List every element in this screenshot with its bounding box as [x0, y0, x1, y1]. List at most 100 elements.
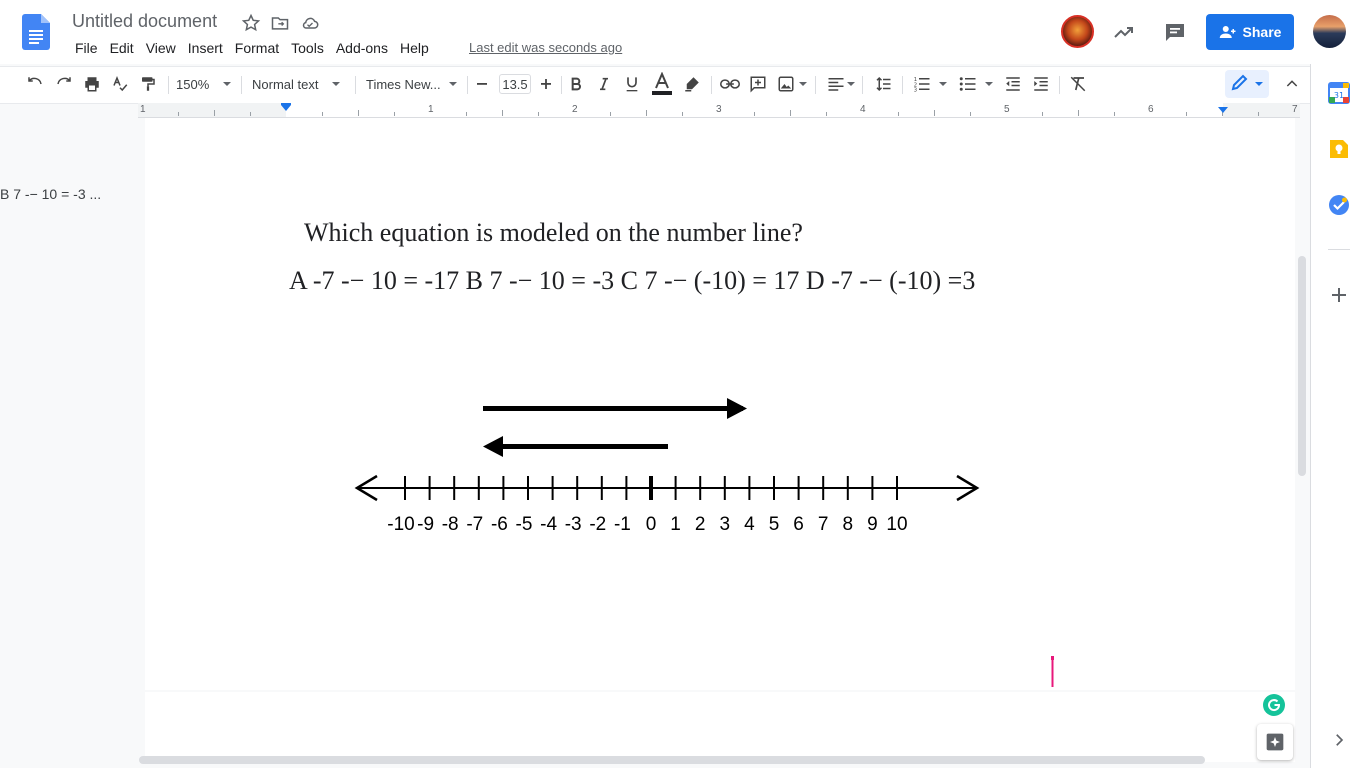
- font-value: Times New...: [366, 76, 441, 92]
- collaborator-cursor: [1051, 656, 1054, 687]
- menu-format[interactable]: Format: [230, 38, 284, 58]
- toolbar-divider: [355, 76, 356, 94]
- side-panel-divider: [1328, 249, 1350, 250]
- number-line-label: 10: [886, 514, 907, 535]
- toolbar-divider: [467, 76, 468, 94]
- document-page-next[interactable]: [145, 692, 1295, 762]
- bold-icon[interactable]: [566, 74, 586, 94]
- highlight-icon[interactable]: [682, 74, 702, 94]
- bulleted-list-button[interactable]: [957, 74, 995, 94]
- paint-format-icon[interactable]: [138, 74, 158, 94]
- align-left-icon: [828, 78, 844, 91]
- underline-icon[interactable]: [622, 74, 642, 94]
- menu-bar: File Edit View Insert Format Tools Add-o…: [70, 38, 436, 58]
- menu-view[interactable]: View: [141, 38, 181, 58]
- side-panel: [1310, 64, 1366, 768]
- menu-edit[interactable]: Edit: [105, 38, 139, 58]
- collapse-icon[interactable]: [1282, 74, 1302, 94]
- decrease-font-size-icon[interactable]: [474, 74, 490, 94]
- editing-mode-button[interactable]: [1225, 70, 1269, 98]
- chevron-down-icon: [985, 82, 993, 86]
- tasks-icon[interactable]: [1328, 194, 1350, 216]
- star-icon[interactable]: [241, 13, 261, 33]
- chevron-down-icon: [847, 82, 855, 86]
- keep-icon[interactable]: [1328, 138, 1350, 160]
- font-family-select[interactable]: Times New...: [366, 74, 462, 94]
- move-folder-icon[interactable]: [270, 13, 290, 33]
- menu-insert[interactable]: Insert: [183, 38, 228, 58]
- chevron-down-icon: [939, 82, 947, 86]
- explore-button[interactable]: [1257, 724, 1293, 760]
- link-icon[interactable]: [720, 74, 740, 94]
- calendar-icon[interactable]: 31: [1328, 82, 1350, 104]
- toolbar-divider: [1059, 76, 1060, 94]
- chevron-down-icon: [332, 82, 341, 86]
- number-line-labels: -10 -9 -8 -7 -6 -5 -4 -3 -2 -1 0 1 2 3 4 5 6 7 8 9 10: [387, 514, 907, 535]
- grammarly-icon[interactable]: [1263, 694, 1285, 716]
- numbered-list-button[interactable]: 123: [911, 74, 949, 94]
- font-size-input[interactable]: 13.5: [499, 74, 531, 94]
- vertical-scrollbar[interactable]: [1298, 256, 1306, 476]
- zoom-value: 150%: [176, 76, 210, 92]
- share-button[interactable]: Share: [1206, 14, 1294, 50]
- horizontal-ruler[interactable]: 1 1 2 3 4 5 6 7: [138, 103, 1300, 118]
- number-line-label: 7: [818, 514, 829, 535]
- text-color-icon[interactable]: [650, 72, 674, 96]
- toolbar-divider: [815, 76, 816, 94]
- ruler-label: 6: [1148, 104, 1154, 115]
- increase-font-size-icon[interactable]: [538, 74, 554, 94]
- number-line-label: -2: [589, 514, 606, 535]
- print-icon[interactable]: [82, 74, 102, 94]
- number-line-label: -4: [540, 514, 557, 535]
- menu-addons[interactable]: Add-ons: [331, 38, 393, 58]
- number-line-ticks: [404, 476, 898, 500]
- number-line-label: 4: [744, 514, 755, 535]
- number-line-label: 2: [695, 514, 706, 535]
- clear-formatting-icon[interactable]: [1068, 74, 1088, 94]
- account-avatar[interactable]: [1313, 15, 1346, 48]
- number-line-label: -8: [442, 514, 459, 535]
- toolbar-divider: [902, 76, 903, 94]
- document-title[interactable]: Untitled document: [72, 11, 217, 32]
- plus-icon[interactable]: [1328, 284, 1350, 306]
- menu-help[interactable]: Help: [395, 38, 434, 58]
- add-comment-icon[interactable]: [748, 74, 768, 94]
- increase-indent-icon[interactable]: [1031, 74, 1051, 94]
- number-line-image[interactable]: -10 -9 -8 -7 -6 -5 -4 -3 -2 -1 0 1 2 3 4 5 6 7 8 9 10: [345, 390, 990, 540]
- spellcheck-icon[interactable]: [110, 74, 130, 94]
- answer-options-text: A -7 -− 10 = -17 B 7 -− 10 = -3 C 7 -− (…: [289, 266, 976, 295]
- explore-icon: [1266, 733, 1284, 751]
- undo-icon[interactable]: [25, 74, 45, 94]
- zoom-select[interactable]: 150%: [176, 74, 234, 94]
- italic-icon[interactable]: [594, 74, 614, 94]
- bulleted-list-icon: [959, 77, 976, 91]
- menu-tools[interactable]: Tools: [286, 38, 329, 58]
- line-spacing-icon[interactable]: [873, 74, 893, 94]
- collaborator-avatar[interactable]: [1061, 15, 1094, 48]
- top-arrow: [483, 398, 747, 419]
- horizontal-scrollbar[interactable]: [139, 756, 1205, 764]
- bottom-arrow: [483, 436, 668, 457]
- decrease-indent-icon[interactable]: [1003, 74, 1023, 94]
- number-line-label: 0: [646, 514, 657, 535]
- last-edit-link[interactable]: Last edit was seconds ago: [469, 40, 622, 55]
- insert-image-button[interactable]: [776, 74, 808, 94]
- comment-icon[interactable]: [1163, 20, 1187, 44]
- docs-logo-icon[interactable]: [22, 14, 50, 50]
- first-line-indent-marker[interactable]: [281, 103, 291, 105]
- align-button[interactable]: [826, 74, 856, 94]
- outline-heading[interactable]: B 7 -− 10 = -3 ...: [0, 186, 101, 202]
- redo-icon[interactable]: [54, 74, 74, 94]
- question-text: Which equation is modeled on the number …: [304, 218, 803, 247]
- chevron-right-icon[interactable]: [1330, 731, 1348, 749]
- number-line-label: -7: [466, 514, 483, 535]
- ruler-label: 1: [140, 104, 146, 115]
- toolbar-divider: [862, 76, 863, 94]
- paragraph-style-select[interactable]: Normal text: [252, 74, 348, 94]
- menu-file[interactable]: File: [70, 38, 103, 58]
- number-line-label: -9: [417, 514, 434, 535]
- trending-icon[interactable]: [1112, 20, 1136, 44]
- number-line-label: 3: [720, 514, 731, 535]
- toolbar-divider: [241, 76, 242, 94]
- cloud-status-icon[interactable]: [300, 13, 320, 33]
